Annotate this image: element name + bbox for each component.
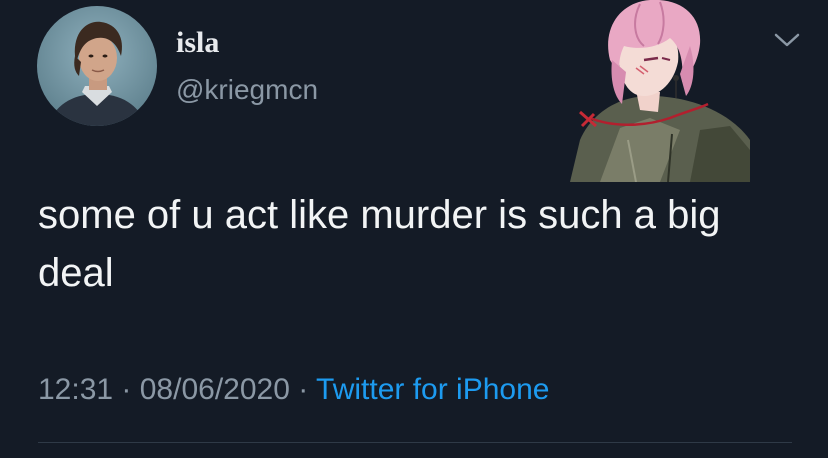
avatar-image <box>37 6 157 126</box>
tweet-source-link[interactable]: Twitter for iPhone <box>316 373 549 406</box>
user-handle[interactable]: @kriegmcn <box>176 74 318 106</box>
tweet-metadata: 12:31 · 08/06/2020 · Twitter for iPhone <box>38 370 549 410</box>
meta-separator: · <box>113 373 140 406</box>
anime-character-sticker <box>540 0 750 183</box>
tweet-text: some of u act like murder is such a big … <box>38 193 721 295</box>
display-name[interactable]: isla <box>176 26 219 60</box>
divider <box>38 442 792 443</box>
tweet-card: isla @kriegmcn some of u act like murder… <box>0 0 828 458</box>
meta-separator: · <box>289 373 317 406</box>
tweet-date[interactable]: 08/06/2020 <box>140 373 290 406</box>
tweet-time[interactable]: 12:31 <box>38 373 113 406</box>
chevron-down-icon[interactable] <box>772 30 802 50</box>
profile-avatar[interactable] <box>37 6 157 126</box>
